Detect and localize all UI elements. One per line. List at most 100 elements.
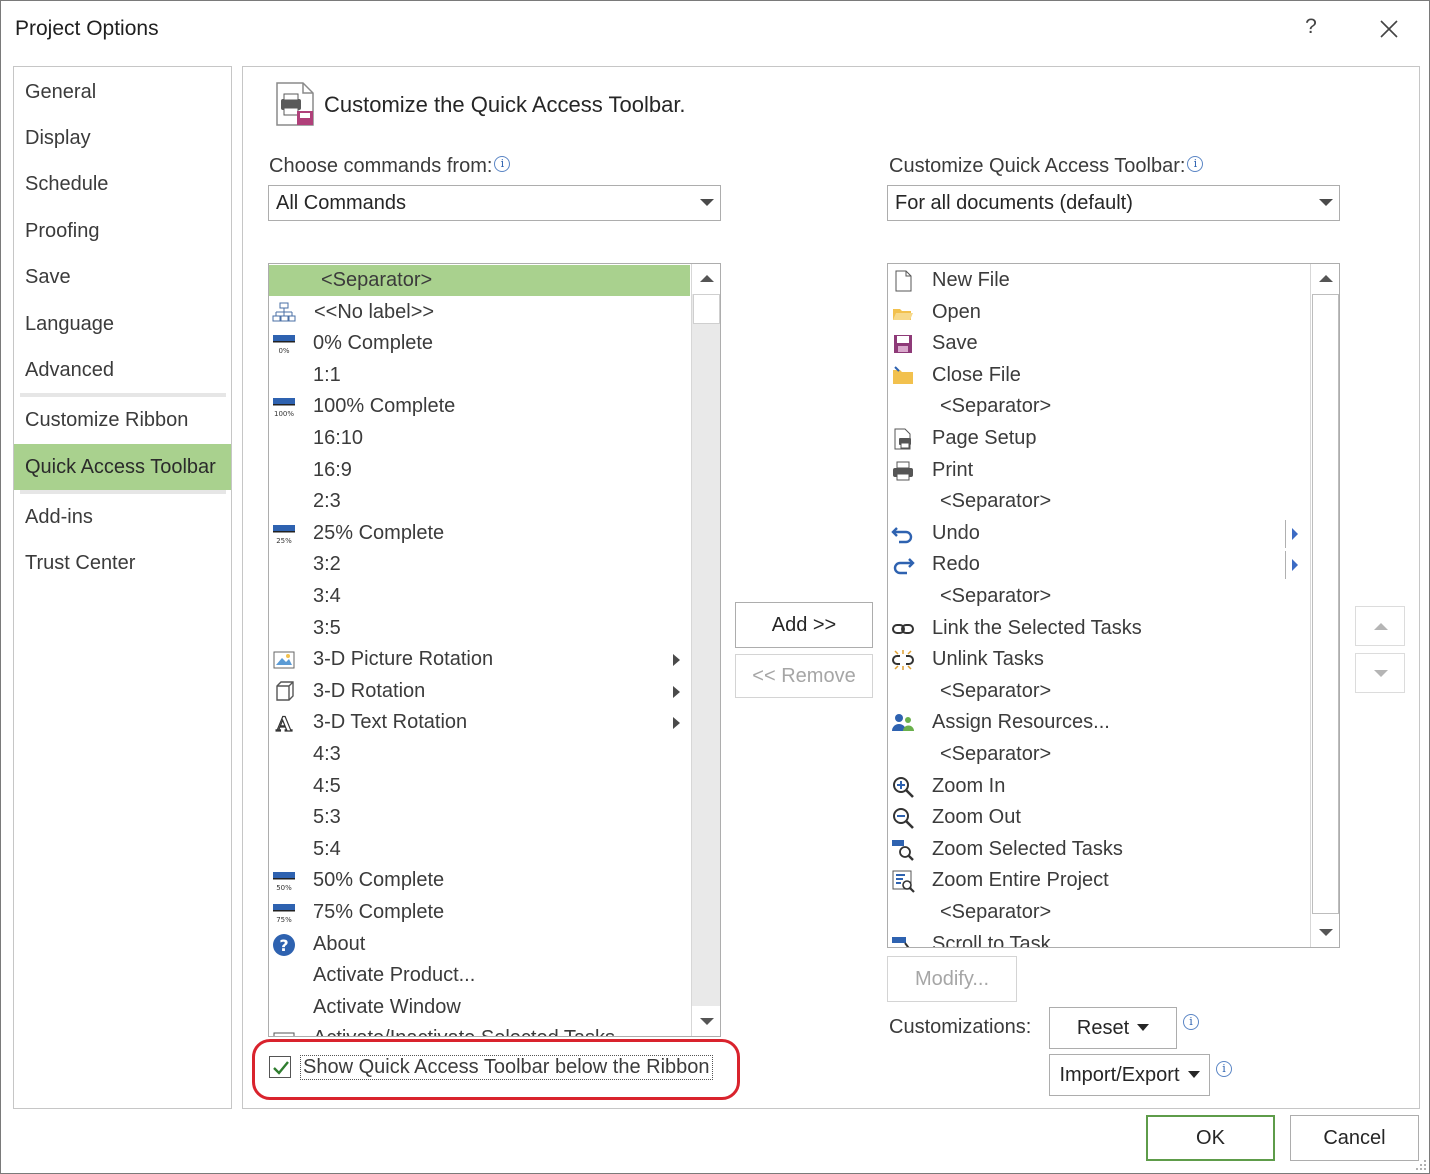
customize-toolbar-dropdown[interactable]: For all documents (default) <box>887 185 1340 221</box>
svg-text:0%: 0% <box>278 347 289 355</box>
toolbar-item-row[interactable]: Zoom In <box>888 771 1309 802</box>
scrollbar-thumb[interactable] <box>1312 294 1339 914</box>
command-row[interactable]: <<No label>> <box>269 297 690 328</box>
toolbar-item-row[interactable]: Close File <box>888 360 1309 391</box>
command-row[interactable]: 4:5 <box>269 771 690 802</box>
reset-button[interactable]: Reset <box>1049 1007 1177 1049</box>
command-row[interactable]: <Separator> <box>269 265 690 296</box>
toolbar-item-row[interactable]: Zoom Selected Tasks <box>888 834 1309 865</box>
command-row[interactable]: 3:4 <box>269 581 690 612</box>
command-row[interactable]: 5:3 <box>269 802 690 833</box>
remove-button[interactable]: << Remove <box>735 654 873 698</box>
unlink-icon <box>891 648 915 672</box>
command-row[interactable]: 25% 25% Complete <box>269 518 690 549</box>
toolbar-item-row[interactable]: <Separator> <box>888 739 1309 770</box>
import-export-button[interactable]: Import/Export <box>1049 1054 1210 1096</box>
toolbar-item-row[interactable]: Zoom Entire Project <box>888 865 1309 896</box>
list-item-label: Scroll to Task <box>932 932 1051 948</box>
nav-item-proofing[interactable]: Proofing <box>14 208 231 254</box>
command-row[interactable]: 16:9 <box>269 455 690 486</box>
toolbar-item-row[interactable]: Scroll to Task <box>888 929 1309 948</box>
info-icon[interactable]: i <box>1187 156 1204 172</box>
command-row[interactable]: 1:1 <box>269 360 690 391</box>
nav-item-language[interactable]: Language <box>14 301 231 347</box>
zoom-out-icon <box>891 806 915 830</box>
command-row[interactable]: 50% 50% Complete <box>269 865 690 896</box>
commands-list[interactable]: Activate/Inactivate Selected Tasks Activa… <box>268 263 721 1037</box>
add-button[interactable]: Add >> <box>735 602 873 648</box>
toolbar-item-row[interactable]: <Separator> <box>888 897 1309 928</box>
toolbar-item-row[interactable]: Unlink Tasks <box>888 644 1309 675</box>
progress-0-icon: 0% <box>272 332 296 356</box>
nav-item-general[interactable]: General <box>14 69 231 115</box>
command-row[interactable]: 0% 0% Complete <box>269 328 690 359</box>
toolbar-item-row[interactable]: <Separator> <box>888 391 1309 422</box>
nav-item-save[interactable]: Save <box>14 254 231 300</box>
toolbar-item-row[interactable]: <Separator> <box>888 676 1309 707</box>
zoom-entire-icon <box>891 869 915 894</box>
nav-item-customize-ribbon[interactable]: Customize Ribbon <box>14 397 231 443</box>
toolbar-commands-list[interactable]: Scroll to Task <Separator> Zoom Entire Pro… <box>887 263 1340 948</box>
toolbar-item-row[interactable]: Assign Resources... <box>888 707 1309 738</box>
cancel-button[interactable]: Cancel <box>1290 1115 1419 1161</box>
scroll-down-icon[interactable] <box>1311 917 1339 947</box>
command-row[interactable]: 4:3 <box>269 739 690 770</box>
toolbar-item-row[interactable]: Print <box>888 455 1309 486</box>
toolbar-item-row[interactable]: Redo <box>888 549 1309 580</box>
toolbar-item-row[interactable]: Open <box>888 297 1309 328</box>
toolbar-item-row[interactable]: Save <box>888 328 1309 359</box>
activate-tasks-icon <box>272 1027 296 1036</box>
commands-scrollbar[interactable] <box>691 264 720 1036</box>
choose-commands-dropdown[interactable]: All Commands <box>268 185 721 221</box>
info-icon[interactable]: i <box>494 156 511 172</box>
command-row[interactable]: Activate Window <box>269 992 690 1023</box>
info-icon[interactable]: i <box>1216 1061 1232 1077</box>
move-up-button[interactable] <box>1355 606 1405 646</box>
move-down-button[interactable] <box>1355 653 1405 693</box>
command-row[interactable]: 3:2 <box>269 549 690 580</box>
command-row[interactable]: 3-D Rotation <box>269 676 690 707</box>
command-row[interactable]: ? About <box>269 929 690 960</box>
toolbar-item-row[interactable]: Undo <box>888 518 1309 549</box>
ok-button[interactable]: OK <box>1146 1115 1275 1161</box>
command-row[interactable]: Activate/Inactivate Selected Tasks <box>269 1023 690 1036</box>
modify-button[interactable]: Modify... <box>887 956 1017 1002</box>
scroll-up-icon[interactable] <box>692 264 720 294</box>
nav-item-trust-center[interactable]: Trust Center <box>14 540 231 586</box>
nav-item-schedule[interactable]: Schedule <box>14 161 231 207</box>
command-row[interactable]: 5:4 <box>269 834 690 865</box>
split-dropdown-icon[interactable] <box>1285 519 1303 548</box>
command-row[interactable]: 16:10 <box>269 423 690 454</box>
scroll-up-icon[interactable] <box>1311 264 1339 294</box>
toolbar-scrollbar[interactable] <box>1310 264 1339 947</box>
nav-item-display[interactable]: Display <box>14 115 231 161</box>
command-row[interactable]: 75% 75% Complete <box>269 897 690 928</box>
org-chart-icon <box>272 301 296 325</box>
list-item-label: 2:3 <box>313 490 341 513</box>
nav-item-quick-access-toolbar[interactable]: Quick Access Toolbar <box>14 444 231 490</box>
toolbar-item-row[interactable]: Page Setup <box>888 423 1309 454</box>
command-row[interactable]: 100% 100% Complete <box>269 391 690 422</box>
zoom-in-icon <box>891 775 915 799</box>
command-row[interactable]: Activate Product... <box>269 960 690 991</box>
scroll-down-icon[interactable] <box>692 1006 720 1036</box>
list-item-label: Print <box>932 458 974 481</box>
toolbar-item-row[interactable]: <Separator> <box>888 581 1309 612</box>
command-row[interactable]: A 3-D Text Rotation <box>269 707 690 738</box>
nav-item-advanced[interactable]: Advanced <box>14 347 231 393</box>
toolbar-item-row[interactable]: Zoom Out <box>888 802 1309 833</box>
toolbar-item-row[interactable]: <Separator> <box>888 486 1309 517</box>
command-row[interactable]: 3:5 <box>269 613 690 644</box>
split-dropdown-icon[interactable] <box>1285 551 1303 580</box>
nav-item-add-ins[interactable]: Add-ins <box>14 494 231 540</box>
command-row[interactable]: 2:3 <box>269 486 690 517</box>
command-row[interactable]: 3-D Picture Rotation <box>269 644 690 675</box>
resize-grip-icon[interactable] <box>1415 1159 1427 1171</box>
toolbar-item-row[interactable]: New File <box>888 265 1309 296</box>
help-button[interactable]: ? <box>1299 15 1323 39</box>
info-icon[interactable]: i <box>1183 1014 1199 1030</box>
close-button[interactable] <box>1373 13 1405 45</box>
list-item-label: 16:10 <box>313 427 364 449</box>
scrollbar-thumb[interactable] <box>693 294 720 324</box>
toolbar-item-row[interactable]: Link the Selected Tasks <box>888 613 1309 644</box>
